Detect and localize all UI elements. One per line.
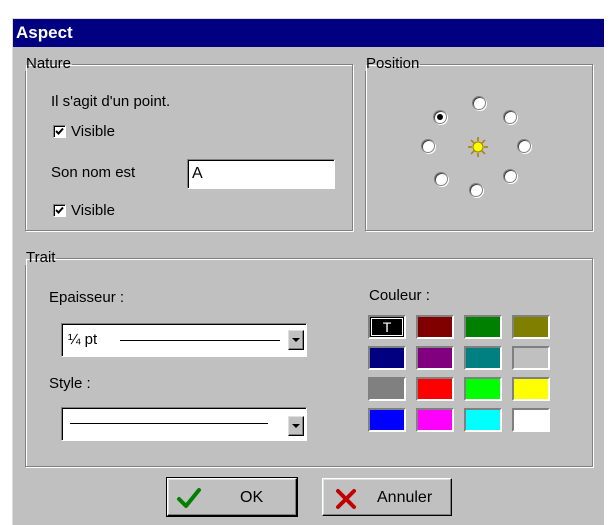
point-info-text: Il s'agit d'un point. [51, 93, 171, 110]
color-swatch-selected[interactable]: T [368, 315, 406, 339]
position-radio-top[interactable] [472, 96, 486, 110]
sun-icon [467, 136, 489, 158]
color-swatch[interactable] [512, 315, 550, 339]
visible-label-1: Visible [71, 123, 115, 140]
x-icon [336, 489, 356, 509]
color-swatch[interactable] [416, 408, 454, 432]
color-swatch[interactable] [512, 346, 550, 370]
position-radio-bottom-left[interactable] [434, 172, 448, 186]
position-radio-right[interactable] [517, 139, 531, 153]
trait-legend: Trait [26, 249, 56, 266]
visible-checkbox-2[interactable] [53, 204, 66, 217]
visible-label-2: Visible [71, 202, 115, 219]
ok-button[interactable]: OK [166, 477, 298, 517]
color-swatch[interactable] [368, 408, 406, 432]
color-swatch[interactable] [464, 377, 502, 401]
color-swatch[interactable] [512, 377, 550, 401]
position-radio-top-left[interactable] [433, 110, 447, 124]
style-line-preview [70, 423, 268, 424]
checkmark-icon [55, 206, 64, 214]
name-label: Son nom est [51, 164, 136, 181]
epaisseur-line-preview [120, 340, 280, 341]
color-swatch[interactable] [464, 315, 502, 339]
style-dropdown-button[interactable] [288, 416, 304, 436]
position-radio-top-right[interactable] [503, 110, 517, 124]
name-input[interactable]: A [187, 159, 335, 189]
position-radio-left[interactable] [421, 139, 435, 153]
epaisseur-dropdown-button[interactable] [288, 330, 304, 350]
color-swatch[interactable] [416, 346, 454, 370]
title-bar: Aspect [13, 19, 604, 47]
checkmark-icon [55, 127, 64, 135]
position-legend: Position [366, 55, 420, 72]
aspect-dialog: Aspect Nature Il s'agit d'un point. Visi… [12, 18, 604, 525]
epaisseur-value: ¼ pt [68, 331, 98, 348]
color-swatch[interactable] [416, 315, 454, 339]
position-radio-bottom[interactable] [469, 183, 483, 197]
color-swatch[interactable] [416, 377, 454, 401]
ok-label: OK [240, 489, 264, 506]
nature-legend: Nature [26, 55, 72, 72]
checkmark-icon [177, 488, 201, 508]
color-swatch[interactable] [464, 346, 502, 370]
color-swatch[interactable] [368, 377, 406, 401]
epaisseur-label: Epaisseur : [49, 289, 125, 306]
position-radio-bottom-right[interactable] [503, 169, 517, 183]
color-swatch[interactable] [512, 408, 550, 432]
color-swatch[interactable] [464, 408, 502, 432]
cancel-label: Annuler [377, 489, 433, 506]
color-swatch[interactable] [368, 346, 406, 370]
visible-checkbox-1[interactable] [53, 125, 66, 138]
couleur-label: Couleur : [369, 287, 430, 304]
style-select[interactable] [61, 407, 307, 441]
epaisseur-select[interactable]: ¼ pt [61, 323, 307, 357]
cancel-button[interactable]: Annuler [322, 478, 452, 516]
style-label: Style : [49, 375, 91, 392]
